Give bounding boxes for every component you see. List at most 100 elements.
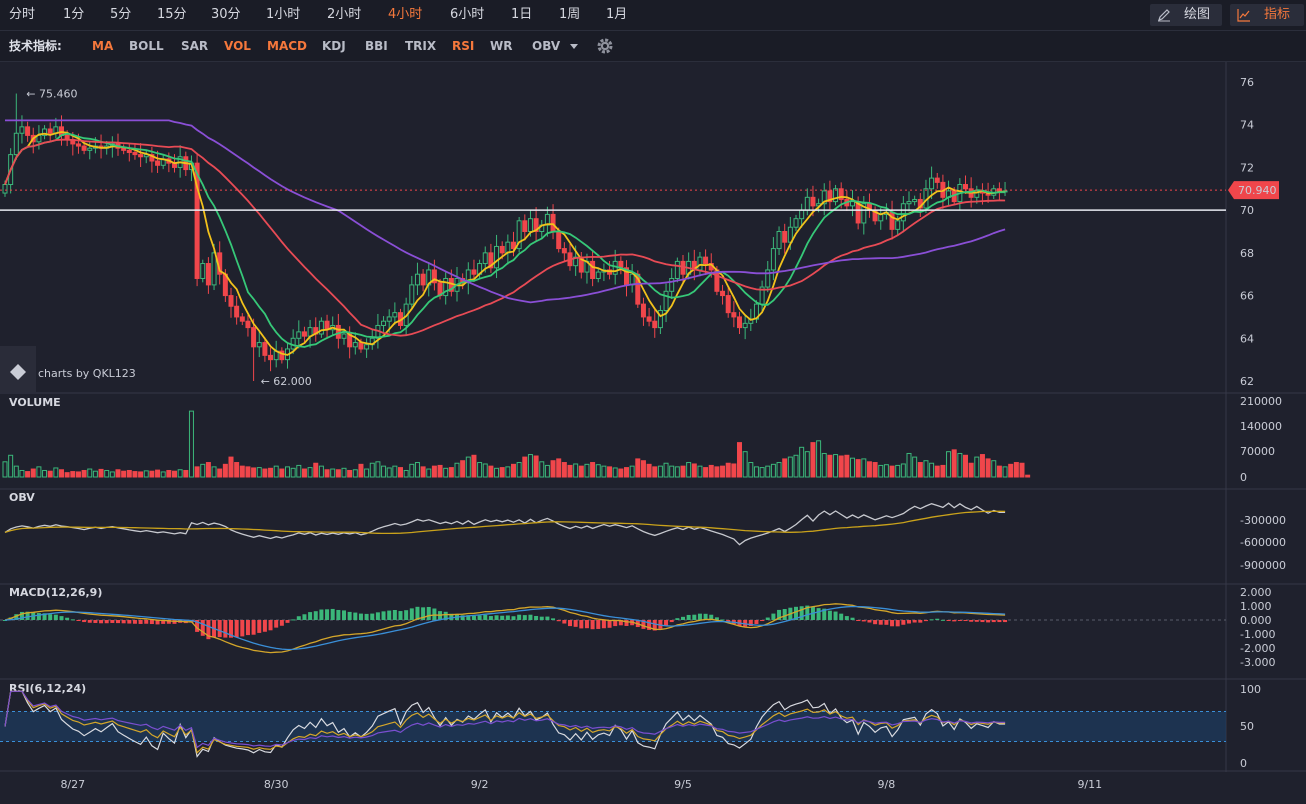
macd-hist-bar (375, 612, 380, 620)
volume-bar (686, 462, 692, 478)
obv-title: OBV (9, 491, 35, 504)
macd-hist-bar (754, 620, 759, 625)
volume-bar (205, 462, 211, 478)
indicator-vol[interactable]: VOL (224, 31, 251, 61)
macd-hist-bar (607, 620, 612, 628)
candle-body (205, 263, 211, 286)
macd-hist-bar (471, 615, 476, 620)
volume-bar (663, 462, 669, 478)
volume-bar (228, 456, 234, 478)
volume-bar (296, 464, 302, 478)
indicator-sar[interactable]: SAR (181, 31, 208, 61)
indicator-ma[interactable]: MA (92, 31, 113, 61)
candle-body (550, 213, 556, 233)
timeframe-5[interactable]: 1小时 (266, 0, 300, 30)
macd-hist-bar (969, 620, 974, 622)
volume-bar (149, 470, 155, 478)
indicator-bbi[interactable]: BBI (365, 31, 388, 61)
candle-body (19, 126, 25, 134)
candle-body (494, 245, 500, 269)
timeframe-9[interactable]: 1日 (511, 0, 532, 30)
volume-bar (194, 466, 200, 478)
volume-bar (522, 456, 528, 478)
macd-hist-bar (325, 609, 330, 620)
candle-body (640, 303, 646, 318)
candle-body (720, 290, 726, 297)
volume-bar (759, 467, 765, 478)
trading-chart[interactable]: 62 64 66 68 70 72 74 76 70.940 ← 75.460 ← 62.000 ch… (0, 62, 1306, 804)
timeframe-6[interactable]: 2小时 (327, 0, 361, 30)
timeframe-7[interactable]: 4小时 (388, 0, 422, 30)
candle-body (906, 201, 912, 205)
macd-hist-bar (409, 608, 414, 620)
volume-bar (98, 468, 104, 478)
volume-bar (109, 471, 115, 478)
volume-bar (172, 470, 177, 478)
volume-tick-3: 0 (1240, 471, 1247, 484)
candle-body (612, 260, 618, 275)
macd-hist-bar (534, 615, 539, 620)
macd-hist-bar (353, 612, 358, 620)
obv-dropdown[interactable]: OBV (532, 31, 579, 61)
timeframe-2[interactable]: 5分 (110, 0, 131, 30)
gear-icon[interactable] (596, 37, 614, 55)
candle-body (262, 342, 268, 356)
volume-bar (878, 464, 884, 478)
indicator-button[interactable]: 指标 (1230, 4, 1304, 26)
indicator-kdj[interactable]: KDJ (322, 31, 346, 61)
indicator-macd[interactable]: MACD (267, 31, 307, 61)
macd-hist-bar (500, 615, 505, 620)
macd-hist-bar (217, 620, 222, 638)
volume-bar (13, 465, 19, 478)
macd-hist-bar (99, 620, 104, 624)
macd-hist-bar (873, 620, 878, 625)
timeframe-3[interactable]: 15分 (157, 0, 187, 30)
timeframe-10[interactable]: 1周 (559, 0, 580, 30)
candle-body (409, 284, 415, 305)
macd-hist-bar (505, 615, 510, 620)
volume-bar (895, 464, 901, 478)
volume-bar (861, 458, 867, 478)
volume-bar (392, 465, 398, 478)
volume-bar (426, 468, 432, 478)
volume-bar (19, 469, 25, 478)
indicator-trix[interactable]: TRIX (405, 31, 436, 61)
volume-bar (59, 469, 64, 478)
volume-bar (188, 410, 194, 478)
timeframe-0[interactable]: 分时 (9, 0, 35, 30)
volume-bar (612, 467, 618, 478)
volume-tick-0: 210000 (1240, 395, 1282, 408)
macd-hist-bar (895, 620, 900, 627)
indicator-boll[interactable]: BOLL (129, 31, 164, 61)
macd-hist-bar (816, 608, 821, 620)
macd-hist-bar (901, 620, 906, 625)
price-tick-66: 66 (1240, 290, 1254, 303)
volume-bar (635, 458, 641, 478)
macd-hist-bar (223, 620, 228, 638)
macd-hist-bar (116, 620, 120, 624)
macd-hist-bar (144, 620, 149, 624)
macd-hist-bar (313, 611, 318, 620)
timeframe-11[interactable]: 1月 (606, 0, 627, 30)
indicator-wr[interactable]: WR (490, 31, 512, 61)
macd-hist-bar (494, 615, 499, 620)
volume-bar (979, 454, 985, 478)
candle-body (364, 344, 370, 350)
volume-bar (443, 467, 449, 478)
macd-hist-bar (522, 615, 527, 620)
candle-body (245, 320, 251, 329)
volume-bar (398, 467, 403, 478)
volume-bar (126, 469, 132, 478)
indicator-rsi[interactable]: RSI (452, 31, 474, 61)
candle-body (268, 354, 274, 361)
draw-button[interactable]: 绘图 (1150, 4, 1222, 26)
macd-hist-bar (488, 616, 493, 620)
macd-hist-bar (517, 614, 522, 620)
macd-hist-bar (856, 620, 861, 621)
macd-hist-bar (392, 609, 397, 620)
timeframe-1[interactable]: 1分 (63, 0, 84, 30)
macd-hist-bar (127, 620, 132, 624)
volume-bar (951, 449, 957, 478)
timeframe-4[interactable]: 30分 (211, 0, 241, 30)
timeframe-8[interactable]: 6小时 (450, 0, 484, 30)
